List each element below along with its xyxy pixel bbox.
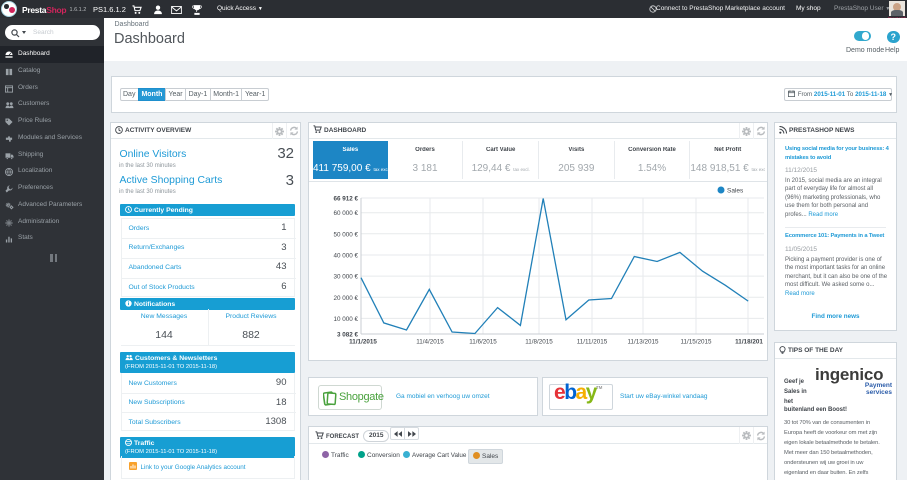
svg-text:11/18/201: 11/18/201 [735,339,763,346]
svg-text:11/1/2015: 11/1/2015 [349,339,377,346]
svg-text:3 082 €: 3 082 € [337,332,359,339]
svg-text:11/11/2015: 11/11/2015 [577,339,608,346]
svg-text:20 000 €: 20 000 € [333,295,358,302]
svg-text:10 000 €: 10 000 € [333,316,358,323]
svg-text:Sales: Sales [727,188,744,195]
svg-text:11/8/2015: 11/8/2015 [525,339,553,346]
svg-text:50 000 €: 50 000 € [333,231,358,238]
svg-text:66 912 €: 66 912 € [333,196,358,203]
svg-text:11/15/2015: 11/15/2015 [680,339,712,346]
svg-text:40 000 €: 40 000 € [333,253,358,260]
svg-text:60 000 €: 60 000 € [333,210,358,217]
svg-text:11/6/2015: 11/6/2015 [469,339,497,346]
svg-text:11/4/2015: 11/4/2015 [416,339,444,346]
svg-text:11/13/2015: 11/13/2015 [627,339,659,346]
svg-text:30 000 €: 30 000 € [333,274,358,281]
